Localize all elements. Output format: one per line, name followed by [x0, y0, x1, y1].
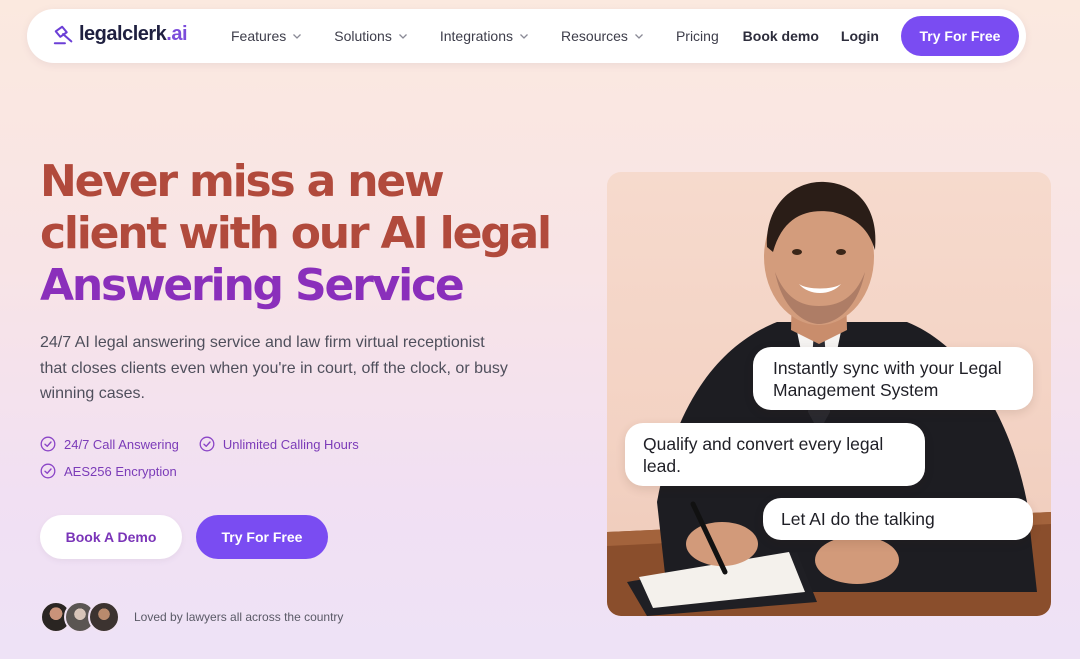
headline-line-3: Answering Service [40, 260, 465, 311]
nav-pricing[interactable]: Pricing [676, 28, 719, 44]
chat-bubble-sync: Instantly sync with your Legal Managemen… [753, 347, 1033, 410]
feature-label: 24/7 Call Answering [64, 436, 179, 452]
nav-integrations-label: Integrations [439, 28, 514, 44]
social-proof: Loved by lawyers all across the country [40, 601, 343, 633]
nav-pricing-label: Pricing [675, 28, 719, 44]
gavel-logo-icon [53, 25, 73, 44]
nav-resources[interactable]: Resources [561, 28, 644, 44]
chat-bubble-qualify: Qualify and convert every legal lead. [625, 423, 925, 486]
nav-resources-label: Resources [561, 28, 628, 44]
try-free-button[interactable]: Try For Free [196, 515, 328, 559]
feature-list: 24/7 Call Answering Unlimited Calling Ho… [40, 434, 440, 488]
book-demo-link[interactable]: Book demo [743, 28, 819, 44]
feature-label: Unlimited Calling Hours [222, 436, 359, 452]
social-proof-text: Loved by lawyers all across the country [134, 610, 344, 624]
nav-features-label: Features [231, 28, 287, 44]
hero-headline: Never miss a new client with our AI lega… [40, 156, 560, 312]
nav-features[interactable]: Features [231, 28, 302, 44]
feature-item: Unlimited Calling Hours [199, 434, 359, 454]
headline-line-1: Never miss a new [40, 156, 445, 207]
check-circle-icon [199, 436, 215, 452]
chevron-down-icon [398, 34, 407, 39]
check-circle-icon [40, 463, 56, 479]
feature-label: AES256 Encryption [64, 463, 177, 479]
avatar-group [40, 601, 120, 633]
nav-solutions[interactable]: Solutions [334, 28, 408, 44]
chevron-down-icon [293, 34, 302, 39]
check-circle-icon [40, 436, 56, 452]
nav-actions: Book demo Login Try For Free [743, 16, 1019, 56]
try-free-nav-button[interactable]: Try For Free [901, 16, 1019, 56]
headline-line-2: client with our AI legal [40, 208, 552, 259]
book-demo-button[interactable]: Book A Demo [40, 515, 182, 559]
logo[interactable]: legalclerk.ai [53, 23, 188, 46]
chat-bubble-ai-talking: Let AI do the talking [763, 498, 1033, 540]
nav-solutions-label: Solutions [334, 28, 392, 44]
hero-subtext: 24/7 AI legal answering service and law … [40, 334, 508, 402]
logo-text: legalclerk.ai [79, 23, 188, 45]
navbar: legalclerk.ai Features Solutions Integra… [27, 9, 1026, 63]
avatar [88, 601, 120, 633]
chevron-down-icon [634, 34, 643, 39]
login-link[interactable]: Login [841, 28, 879, 44]
feature-item: 24/7 Call Answering [40, 434, 179, 454]
feature-item: AES256 Encryption [40, 461, 177, 481]
nav-integrations[interactable]: Integrations [440, 28, 529, 44]
nav-links: Features Solutions Integrations Resource… [231, 9, 751, 63]
chevron-down-icon [520, 34, 528, 39]
